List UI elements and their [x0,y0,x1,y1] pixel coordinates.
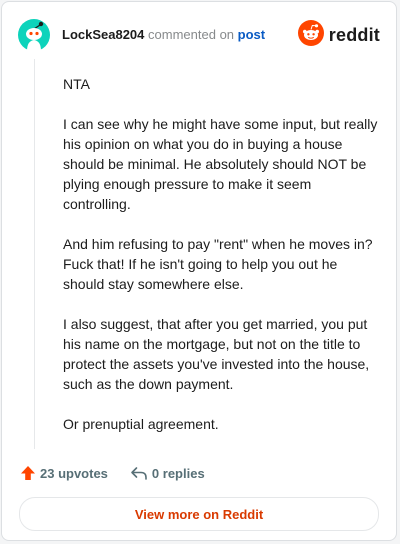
comment-paragraph: And him refusing to pay "rent" when he m… [63,236,373,292]
commented-on-text: commented on [148,27,235,42]
comment-paragraph: I also suggest, that after you get marri… [63,316,370,392]
upvotes-stat[interactable]: 23 upvotes [20,465,108,481]
replies-stat[interactable]: 0 replies [130,465,205,481]
comment-header: LockSea8204 commented on post reddit [18,19,380,51]
post-link[interactable]: post [238,27,265,42]
comment-paragraph: I can see why he might have some input, … [63,116,378,212]
reply-arrow-icon [130,465,148,481]
comment-paragraph: Or prenuptial agreement. [63,416,219,432]
thread-line [34,59,35,449]
username-link[interactable]: LockSea8204 [62,27,144,42]
comment-body: NTA I can see why he might have some inp… [63,74,378,454]
upvote-arrow-icon [20,465,36,481]
comment-embed-card: LockSea8204 commented on post reddit NTA… [1,1,397,541]
comment-footer: 23 upvotes 0 replies [20,463,205,483]
reddit-wordmark: reddit [328,24,380,45]
reddit-logo-icon [297,19,324,51]
comment-paragraph: NTA [63,76,90,92]
upvotes-count: 23 upvotes [40,465,108,481]
reddit-brand[interactable]: reddit [297,19,380,51]
comment-meta: LockSea8204 commented on post [62,28,265,42]
view-more-button[interactable]: View more on Reddit [19,497,379,531]
user-avatar-icon[interactable] [18,19,50,51]
replies-count: 0 replies [151,465,205,481]
